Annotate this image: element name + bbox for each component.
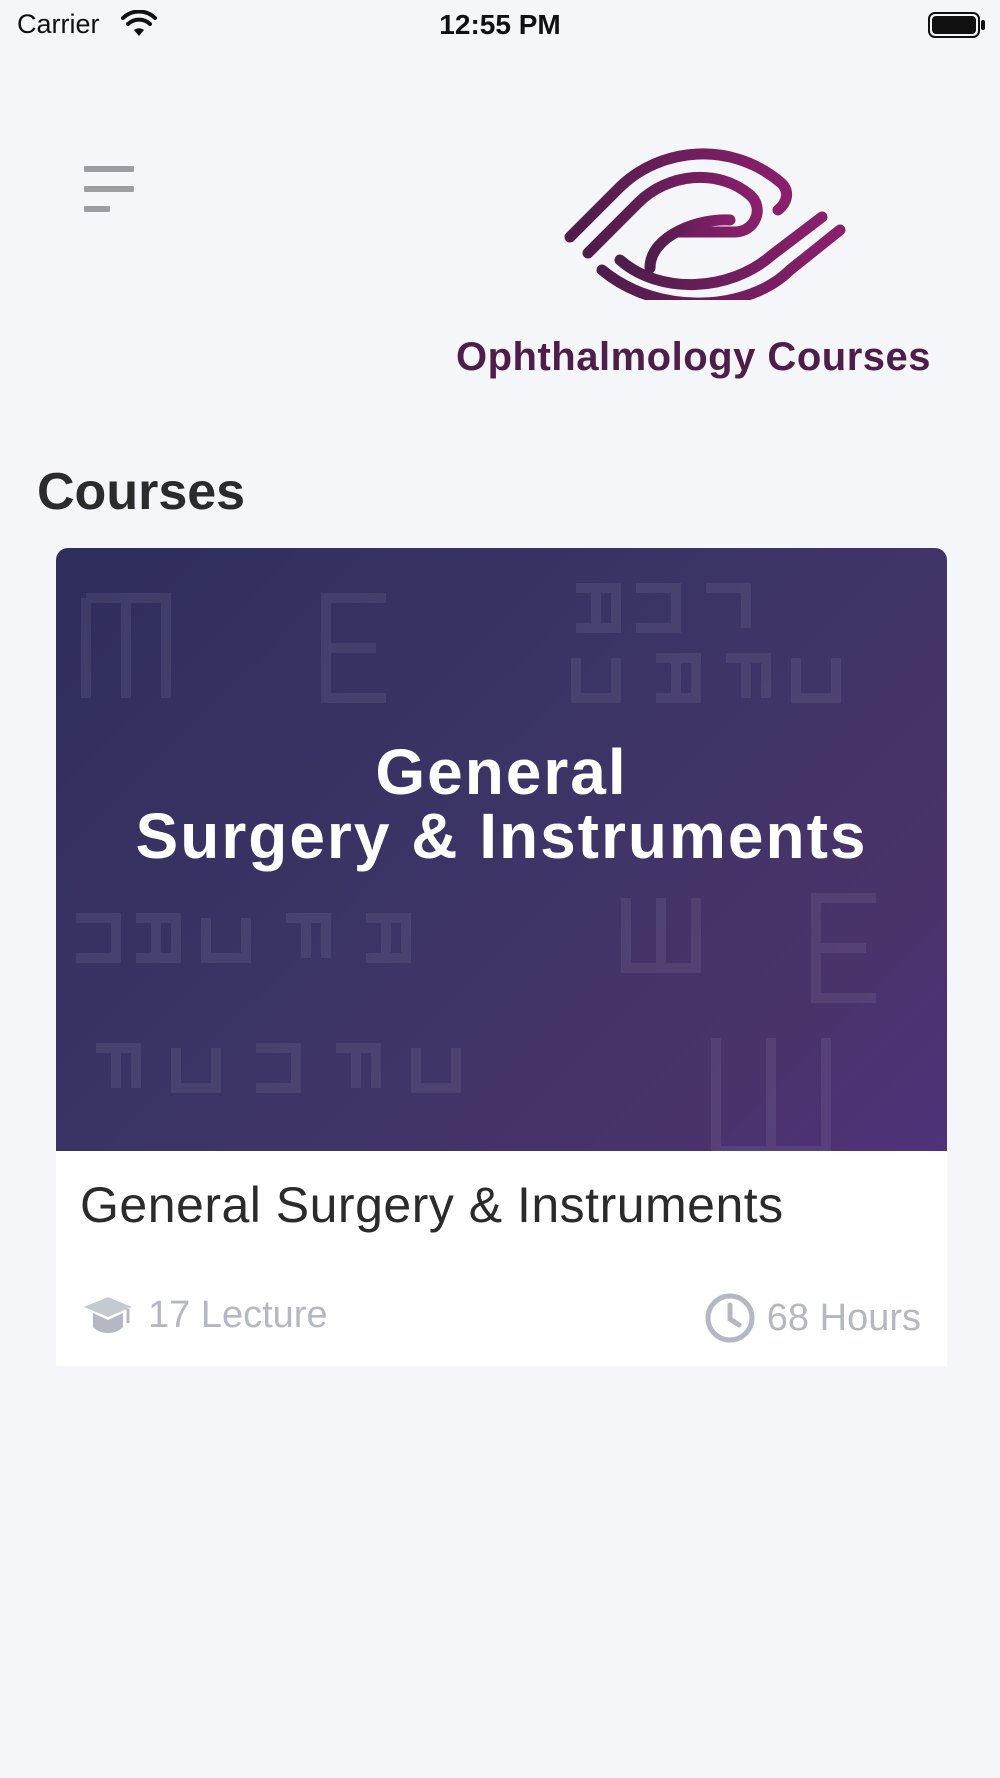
- courses-screen: Carrier 12:55 PM Ophthalmology Courses C…: [0, 0, 1000, 1778]
- course-card[interactable]: General Surgery & Instruments General Su…: [56, 548, 947, 1366]
- graduation-cap-icon: [84, 1297, 132, 1333]
- clock-icon: [705, 1293, 755, 1343]
- status-bar: Carrier 12:55 PM: [0, 0, 1000, 50]
- lectures-count: 17 Lecture: [148, 1293, 328, 1336]
- course-lectures: 17 Lecture: [80, 1288, 328, 1342]
- section-title: Courses: [37, 463, 246, 521]
- logo-text: Ophthalmology Courses: [456, 335, 931, 379]
- banner-title-line-1: General: [375, 736, 628, 808]
- course-banner-image: General Surgery & Instruments: [56, 548, 947, 1151]
- status-time: 12:55 PM: [439, 9, 561, 40]
- battery-icon: [928, 12, 985, 38]
- app-logo: Ophthalmology Courses: [440, 140, 960, 390]
- course-title: General Surgery & Instruments: [80, 1177, 784, 1233]
- banner-title-line-2: Surgery & Instruments: [135, 800, 868, 872]
- eye-logo-icon: [564, 148, 846, 300]
- banner-title: General Surgery & Instruments: [56, 740, 947, 868]
- hours-count: 68 Hours: [766, 1296, 921, 1339]
- menu-button[interactable]: [72, 160, 138, 224]
- hamburger-menu-icon: [84, 166, 134, 212]
- course-hours: 68 Hours: [703, 1288, 921, 1348]
